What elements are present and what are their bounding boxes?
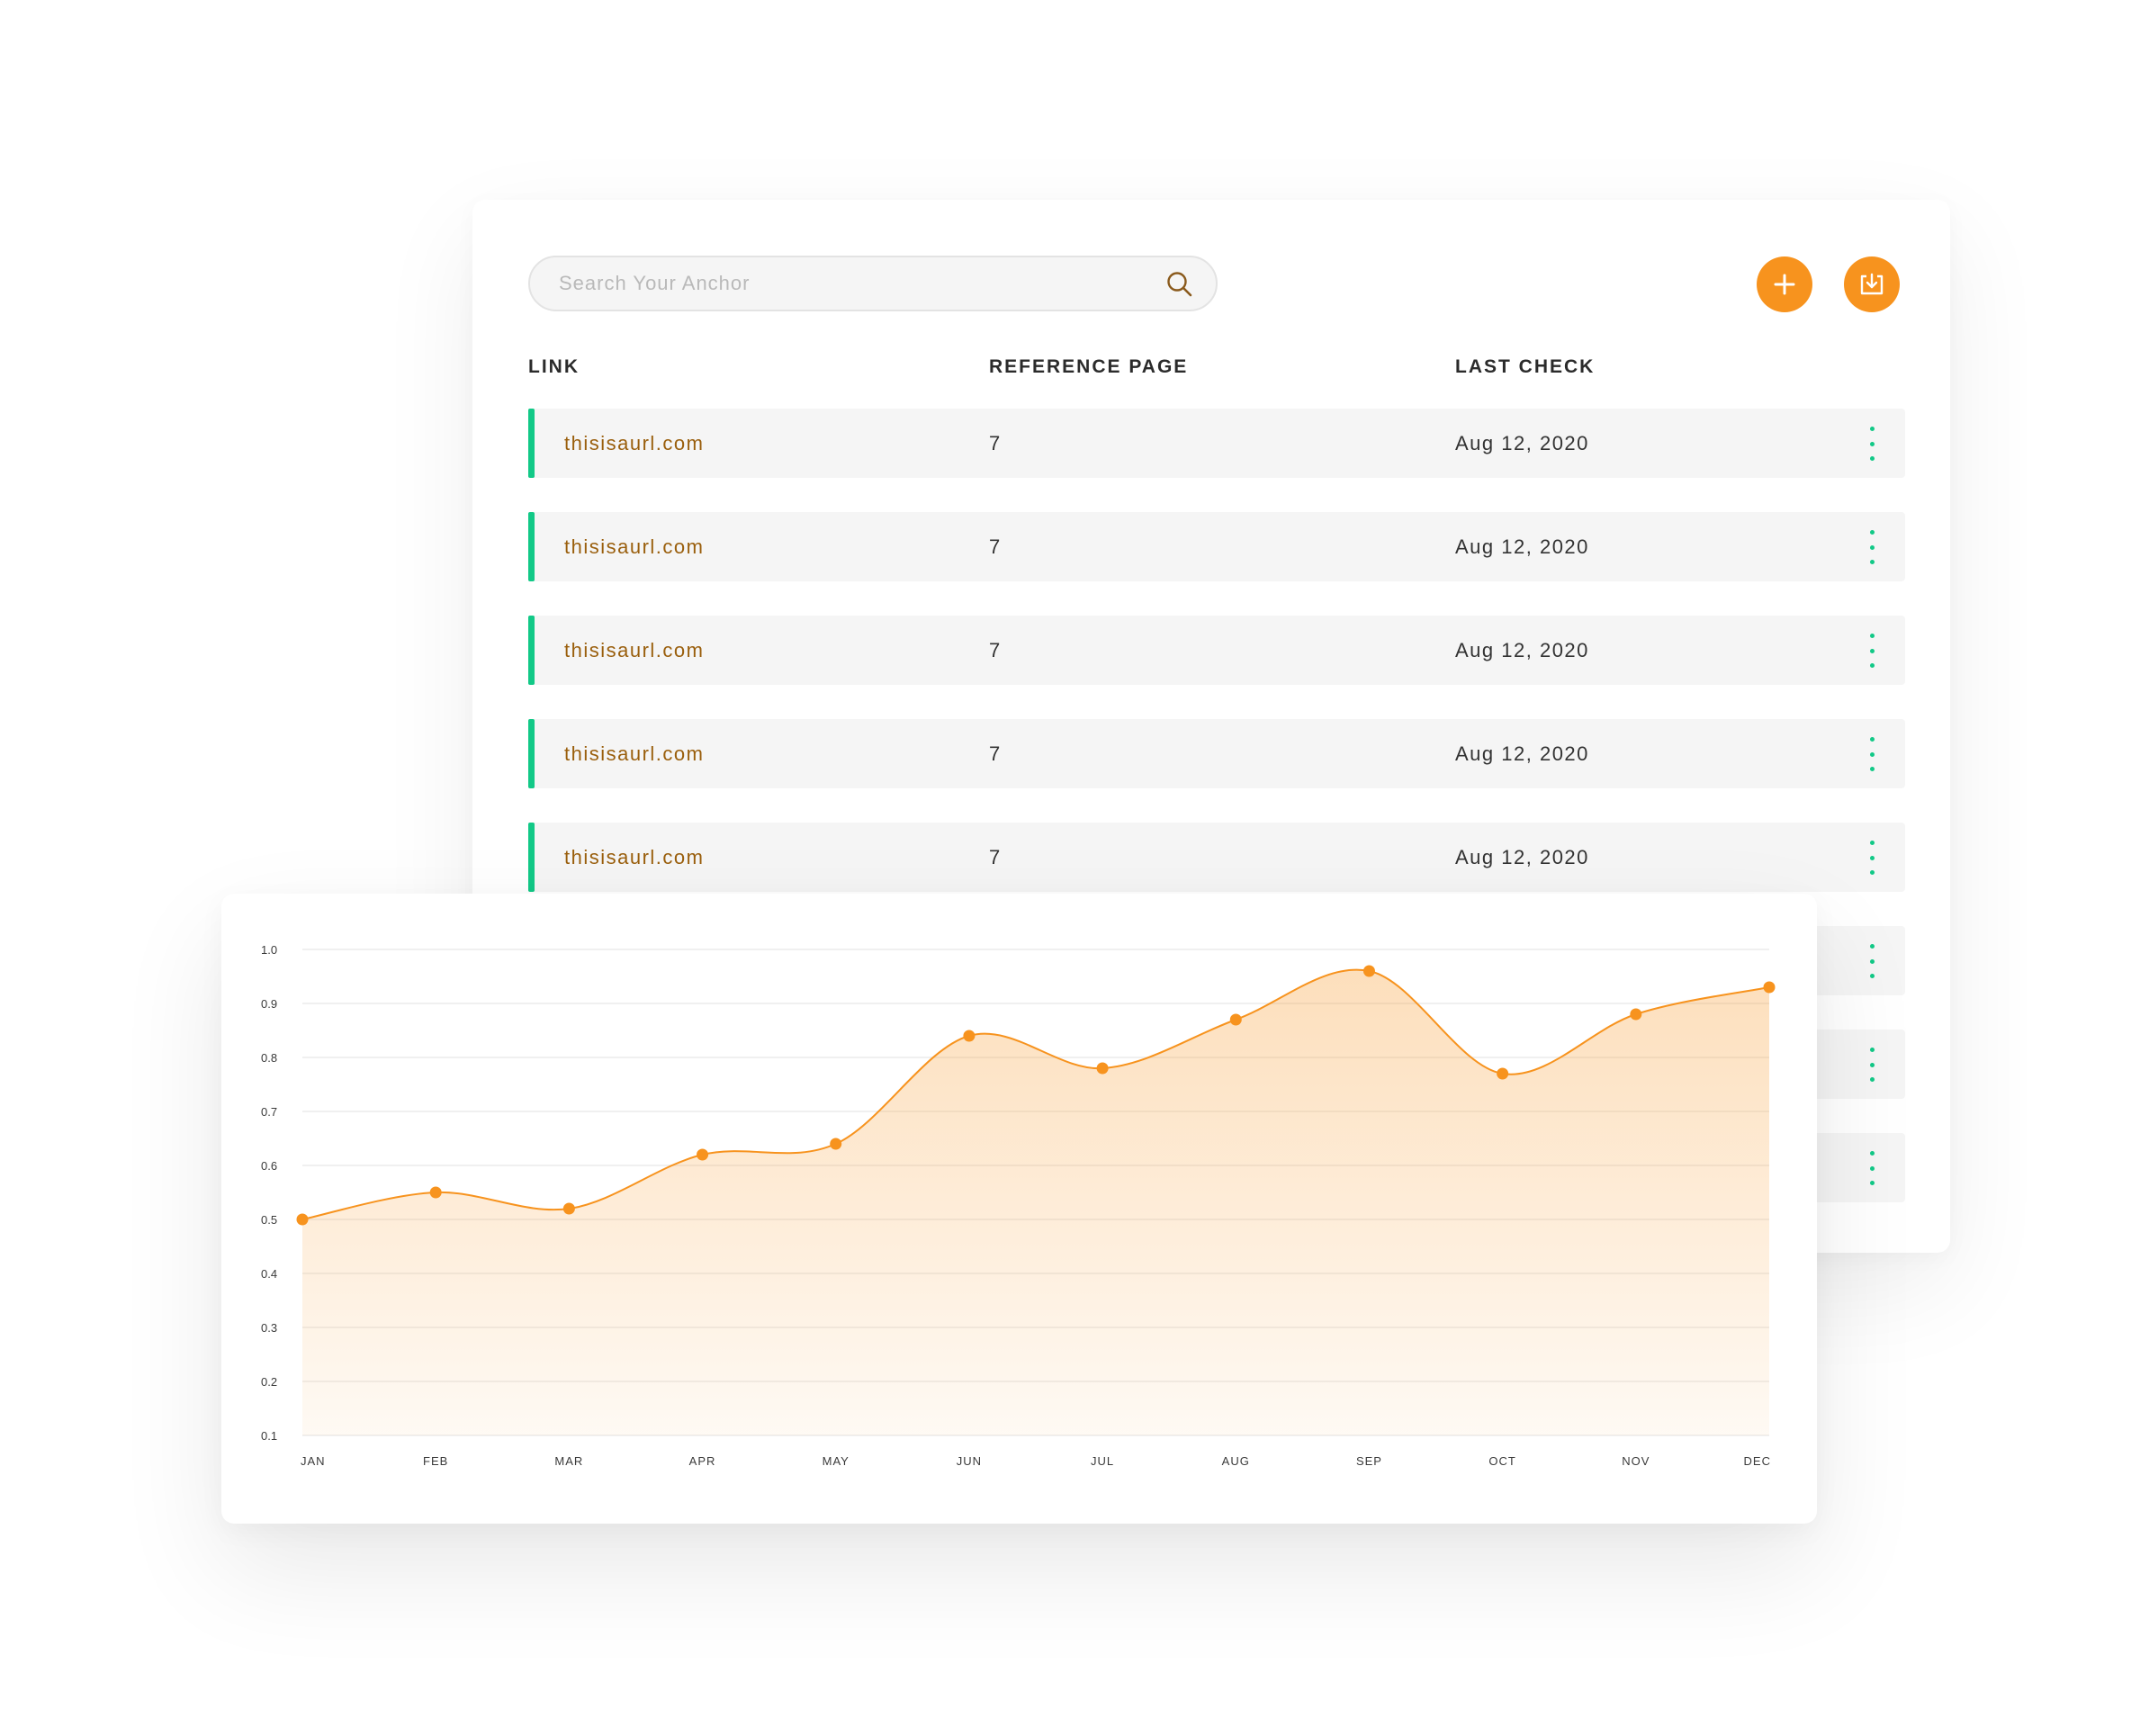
x-tick-label: DEC xyxy=(1744,1454,1771,1468)
x-tick-label: JAN xyxy=(301,1454,326,1468)
column-header-last-check[interactable]: LAST CHECK xyxy=(1455,356,1595,378)
data-point xyxy=(562,1202,575,1215)
data-point xyxy=(963,1030,976,1042)
row-last-check: Aug 12, 2020 xyxy=(1455,639,1589,661)
x-tick-label: FEB xyxy=(423,1454,448,1468)
table-row[interactable]: thisisaurl.com 7 Aug 12, 2020 xyxy=(528,512,1905,581)
row-last-check: Aug 12, 2020 xyxy=(1455,846,1589,868)
search-input[interactable] xyxy=(559,257,1135,310)
x-tick-label: JUN xyxy=(957,1454,982,1468)
status-indicator xyxy=(528,823,535,892)
chart-card: 0.1 0.2 0.3 0.4 0.5 0.6 0.7 0.8 0.9 1.0 JAN FEB MAR A… xyxy=(221,894,1817,1524)
row-reference-page: 7 xyxy=(989,846,1002,868)
data-point xyxy=(1362,965,1375,977)
y-tick-label: 0.5 xyxy=(261,1213,277,1227)
x-tick-label: NOV xyxy=(1622,1454,1650,1468)
more-options-icon[interactable] xyxy=(1866,944,1878,978)
x-tick-label: APR xyxy=(689,1454,716,1468)
x-tick-label: MAR xyxy=(554,1454,583,1468)
row-link[interactable]: thisisaurl.com xyxy=(564,823,704,892)
x-tick-label: MAY xyxy=(823,1454,850,1468)
table-row[interactable]: thisisaurl.com 7 Aug 12, 2020 xyxy=(528,719,1905,788)
status-indicator xyxy=(528,719,535,788)
search-icon[interactable] xyxy=(1165,270,1194,299)
data-point xyxy=(830,1138,842,1150)
y-tick-label: 0.8 xyxy=(261,1051,277,1065)
y-tick-label: 0.3 xyxy=(261,1321,277,1335)
data-point xyxy=(1630,1008,1642,1021)
table-row[interactable]: thisisaurl.com 7 Aug 12, 2020 xyxy=(528,823,1905,892)
y-tick-label: 0.6 xyxy=(261,1159,277,1173)
row-reference-page: 7 xyxy=(989,432,1002,454)
row-last-check: Aug 12, 2020 xyxy=(1455,432,1589,454)
row-link[interactable]: thisisaurl.com xyxy=(564,512,704,581)
more-options-icon[interactable] xyxy=(1866,427,1878,461)
status-indicator xyxy=(528,512,535,581)
y-tick-label: 0.7 xyxy=(261,1105,277,1119)
more-options-icon[interactable] xyxy=(1866,1048,1878,1082)
row-link[interactable]: thisisaurl.com xyxy=(564,409,704,478)
status-indicator xyxy=(528,409,535,478)
y-tick-label: 0.2 xyxy=(261,1375,277,1389)
data-point xyxy=(296,1213,309,1226)
table-row[interactable]: thisisaurl.com 7 Aug 12, 2020 xyxy=(528,409,1905,478)
column-header-reference-page[interactable]: REFERENCE PAGE xyxy=(989,356,1188,378)
x-tick-label: SEP xyxy=(1356,1454,1382,1468)
download-button[interactable] xyxy=(1844,256,1900,312)
column-header-link[interactable]: LINK xyxy=(528,356,580,378)
search-bar[interactable] xyxy=(528,256,1218,311)
data-point xyxy=(429,1186,442,1199)
status-indicator xyxy=(528,616,535,685)
row-last-check: Aug 12, 2020 xyxy=(1455,535,1589,558)
data-point xyxy=(1096,1062,1109,1075)
x-tick-label: AUG xyxy=(1222,1454,1250,1468)
plus-icon xyxy=(1774,274,1795,295)
row-reference-page: 7 xyxy=(989,742,1002,765)
more-options-icon[interactable] xyxy=(1866,530,1878,564)
row-link[interactable]: thisisaurl.com xyxy=(564,719,704,788)
data-point xyxy=(1763,981,1776,994)
y-tick-label: 0.9 xyxy=(261,997,277,1011)
more-options-icon[interactable] xyxy=(1866,634,1878,668)
row-link[interactable]: thisisaurl.com xyxy=(564,616,704,685)
row-reference-page: 7 xyxy=(989,535,1002,558)
add-button[interactable] xyxy=(1757,256,1812,312)
download-icon xyxy=(1860,273,1884,295)
x-tick-label: JUL xyxy=(1091,1454,1114,1468)
data-point xyxy=(1497,1067,1509,1080)
more-options-icon[interactable] xyxy=(1866,1151,1878,1185)
data-point xyxy=(697,1148,709,1161)
y-tick-label: 0.1 xyxy=(261,1429,277,1443)
row-last-check: Aug 12, 2020 xyxy=(1455,742,1589,765)
y-tick-label: 1.0 xyxy=(261,943,277,957)
row-reference-page: 7 xyxy=(989,639,1002,661)
table-row[interactable]: thisisaurl.com 7 Aug 12, 2020 xyxy=(528,616,1905,685)
more-options-icon[interactable] xyxy=(1866,737,1878,771)
more-options-icon[interactable] xyxy=(1866,841,1878,875)
area-fill xyxy=(302,969,1769,1435)
x-tick-label: OCT xyxy=(1488,1454,1515,1468)
area-chart: 0.1 0.2 0.3 0.4 0.5 0.6 0.7 0.8 0.9 1.0 JAN FEB MAR A… xyxy=(261,943,1776,1468)
y-tick-label: 0.4 xyxy=(261,1267,277,1281)
data-point xyxy=(1229,1013,1242,1026)
